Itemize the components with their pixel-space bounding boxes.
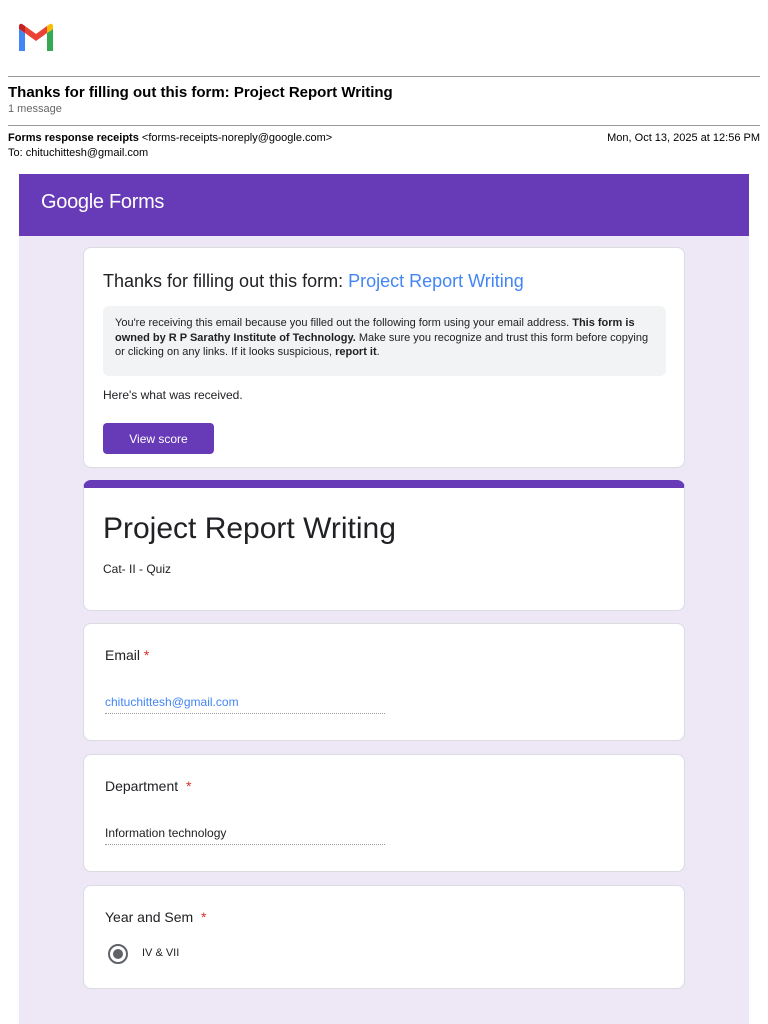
form-description: Cat- II - Quiz xyxy=(103,562,172,576)
question-department: Department * Information technology xyxy=(83,754,685,872)
question-label: Year and Sem * xyxy=(105,909,207,925)
form-title: Project Report Writing xyxy=(103,512,396,545)
sender: Forms response receipts <forms-receipts-… xyxy=(8,132,332,144)
gmail-logo-icon xyxy=(19,23,53,51)
required-marker: * xyxy=(143,647,150,663)
report-link[interactable]: report it xyxy=(335,346,377,358)
email-subject: Thanks for filling out this form: Projec… xyxy=(8,84,393,101)
ownership-notice: You're receiving this email because you … xyxy=(103,306,666,376)
required-marker: * xyxy=(201,909,207,925)
form-title-card: Project Report Writing Cat- II - Quiz xyxy=(83,480,685,611)
sender-name: Forms response receipts xyxy=(8,132,139,144)
question-label: Department * xyxy=(105,778,192,794)
year-sem-answer: IV & VII xyxy=(142,947,180,959)
question-email: Email * chituchittesh@gmail.com xyxy=(83,623,685,741)
message-count: 1 message xyxy=(8,103,62,115)
required-marker: * xyxy=(185,778,192,794)
received-text: Here's what was received. xyxy=(103,388,243,402)
department-answer: Information technology xyxy=(105,826,385,845)
thanks-card: Thanks for filling out this form: Projec… xyxy=(83,247,685,468)
recipient: To: chituchittesh@gmail.com xyxy=(8,147,149,159)
radio-selected-icon xyxy=(108,944,128,964)
header-divider xyxy=(8,76,760,77)
email-date: Mon, Oct 13, 2025 at 12:56 PM xyxy=(607,132,760,144)
google-forms-header: Google Forms xyxy=(19,174,749,236)
view-score-button[interactable]: View score xyxy=(103,423,214,454)
message-divider xyxy=(8,125,760,126)
question-label: Email * xyxy=(105,647,150,663)
question-year-sem: Year and Sem * IV & VII xyxy=(83,885,685,989)
thanks-title: Thanks for filling out this form: Projec… xyxy=(103,271,524,291)
google-forms-logo: Google Forms xyxy=(41,191,165,213)
sender-address: <forms-receipts-noreply@google.com> xyxy=(141,132,333,144)
email-answer[interactable]: chituchittesh@gmail.com xyxy=(105,695,385,714)
form-title-link[interactable]: Project Report Writing xyxy=(348,271,524,291)
